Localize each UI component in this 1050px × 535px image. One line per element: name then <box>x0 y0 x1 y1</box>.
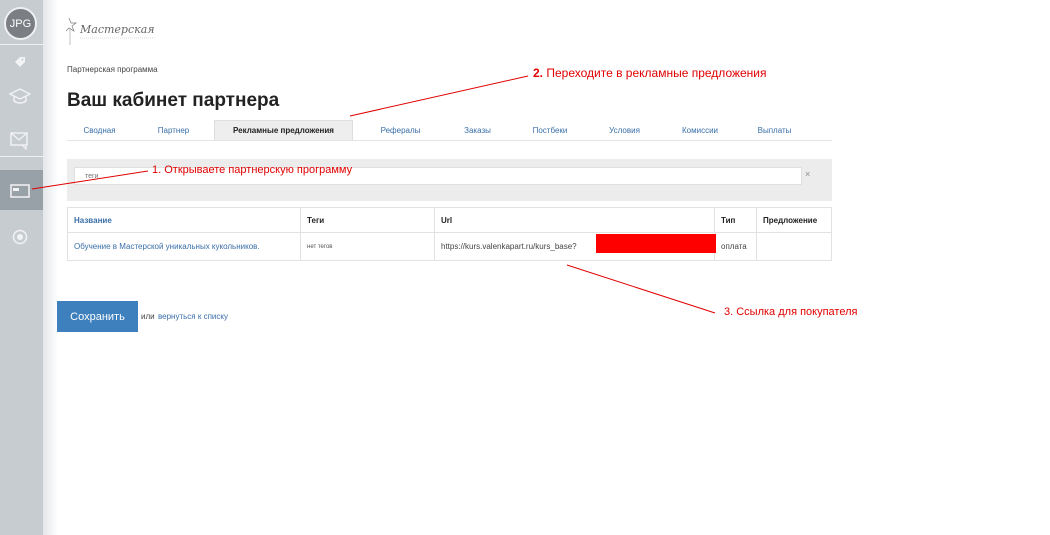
tab-summary[interactable]: Сводная <box>67 120 132 140</box>
table-header-row: Название Теги Url Тип Предложение <box>67 207 832 233</box>
settings-dial-icon[interactable] <box>8 227 32 247</box>
clear-icon[interactable]: × <box>805 169 810 179</box>
column-header-type: Тип <box>714 207 757 233</box>
annotation-arrow-3 <box>566 264 716 314</box>
logo[interactable]: Мастерская <box>65 16 161 46</box>
back-to-list-link[interactable]: вернуться к списку <box>158 312 228 321</box>
offer-name-link[interactable]: Обучение в Мастерской уникальных кукольн… <box>67 232 301 261</box>
tab-commissions[interactable]: Комиссии <box>665 120 735 140</box>
logo-text: Мастерская <box>79 23 155 36</box>
sidebar-shadow <box>43 0 58 535</box>
sidebar-rail <box>0 0 43 535</box>
annotation-lines <box>31 75 716 314</box>
table-row: Обучение в Мастерской уникальных кукольн… <box>67 232 832 261</box>
tab-postbacks[interactable]: Постбеки <box>515 120 585 140</box>
or-text: или <box>141 312 155 321</box>
redaction-box <box>596 234 716 253</box>
column-header-offer: Предложение <box>756 207 832 233</box>
offers-table: Название Теги Url Тип Предложение Обучен… <box>67 207 832 261</box>
column-header-url: Url <box>434 207 715 233</box>
tab-ad-offers[interactable]: Рекламные предложения <box>214 120 353 140</box>
tab-orders[interactable]: Заказы <box>445 120 510 140</box>
rail-divider <box>0 44 43 45</box>
page-title: Ваш кабинет партнера <box>67 90 280 111</box>
tab-referrals[interactable]: Рефералы <box>363 120 438 140</box>
tab-payouts[interactable]: Выплаты <box>742 120 807 140</box>
column-header-name[interactable]: Название <box>67 207 301 233</box>
offer-type: оплата <box>714 232 757 261</box>
offer-tags: нет тегов <box>300 232 435 261</box>
tag-icon[interactable] <box>8 52 32 72</box>
tab-terms[interactable]: Условия <box>592 120 657 140</box>
breadcrumb[interactable]: Партнерская программа <box>67 65 158 74</box>
avatar[interactable]: JPG <box>4 7 37 40</box>
graduation-cap-icon[interactable] <box>8 87 32 107</box>
tab-bar: Сводная Партнер Рекламные предложения Ре… <box>67 120 832 141</box>
message-icon[interactable] <box>8 131 32 151</box>
column-header-tags: Теги <box>300 207 435 233</box>
tab-partner[interactable]: Партнер <box>141 120 206 140</box>
annotation-step-1: 1. Открываете партнерскую программу <box>152 164 353 176</box>
card-icon[interactable] <box>8 181 32 201</box>
rail-divider <box>0 156 43 157</box>
annotation-step-3: 3. Ссылка для покупателя <box>724 306 858 318</box>
annotation-arrow-2 <box>349 75 529 117</box>
annotation-step-2-number: 2. <box>533 66 544 80</box>
save-button[interactable]: Сохранить <box>57 301 138 332</box>
offer-proposal <box>756 232 832 261</box>
annotation-step-2-text: Переходите в рекламные предложения <box>546 66 767 80</box>
annotation-step-2: 2. Переходите в рекламные предложения <box>533 66 767 80</box>
